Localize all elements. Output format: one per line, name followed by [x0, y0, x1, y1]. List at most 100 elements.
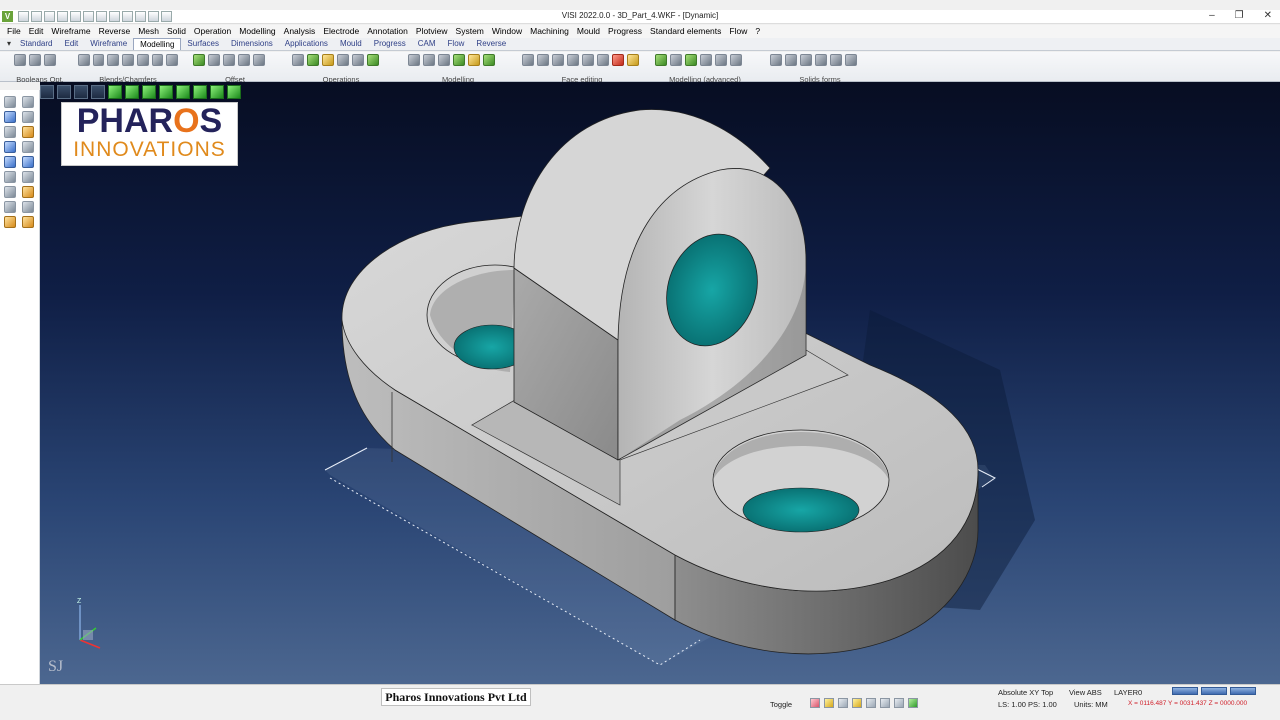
menu-annotation[interactable]: Annotation — [363, 25, 412, 38]
menu-standard-elements[interactable]: Standard elements — [646, 25, 725, 38]
blend-icon[interactable] — [122, 54, 134, 66]
shaded-view-icon[interactable] — [227, 85, 241, 99]
draft-icon[interactable] — [352, 54, 364, 66]
split-icon[interactable] — [483, 54, 495, 66]
view-abs[interactable]: View ABS — [1069, 688, 1102, 697]
polyline-icon[interactable] — [22, 111, 34, 123]
layer-icon[interactable] — [4, 201, 16, 213]
snap-icon[interactable] — [810, 698, 820, 708]
3d-viewport[interactable]: Z PHAROS INNOVATIONS SJ — [40, 82, 1280, 684]
select-line-icon[interactable] — [22, 96, 34, 108]
grid-icon[interactable] — [824, 698, 834, 708]
tab-flow[interactable]: Flow — [442, 38, 471, 50]
menu-plotview[interactable]: Plotview — [412, 25, 452, 38]
measure-icon[interactable] — [4, 186, 16, 198]
menu-machining[interactable]: Machining — [526, 25, 573, 38]
menu-electrode[interactable]: Electrode — [319, 25, 363, 38]
box-icon[interactable] — [785, 54, 797, 66]
cylinder-icon[interactable] — [800, 54, 812, 66]
color-icon[interactable] — [866, 698, 876, 708]
menu-analysis[interactable]: Analysis — [280, 25, 320, 38]
menu-solid[interactable]: Solid — [163, 25, 190, 38]
select-point-icon[interactable] — [4, 96, 16, 108]
tab-applications[interactable]: Applications — [279, 38, 334, 50]
menu-progress[interactable]: Progress — [604, 25, 646, 38]
zoom-window-icon[interactable] — [74, 85, 88, 99]
tab-surfaces[interactable]: Surfaces — [181, 38, 225, 50]
sphere-icon[interactable] — [830, 54, 842, 66]
extend-face-icon[interactable] — [582, 54, 594, 66]
refresh-icon[interactable] — [908, 698, 918, 708]
menu-help[interactable]: ? — [751, 25, 764, 38]
rotate-face-icon[interactable] — [537, 54, 549, 66]
minimize-button[interactable]: – — [1209, 10, 1215, 21]
menu-flow[interactable]: Flow — [725, 25, 751, 38]
extrude-icon[interactable] — [292, 54, 304, 66]
cube-icon[interactable] — [770, 54, 782, 66]
revolve-icon[interactable] — [307, 54, 319, 66]
arc-icon[interactable] — [4, 126, 16, 138]
thicken-icon[interactable] — [223, 54, 235, 66]
tab-progress[interactable]: Progress — [368, 38, 412, 50]
bottom-view-icon[interactable] — [210, 85, 224, 99]
restore-button[interactable]: ❐ — [1235, 10, 1244, 21]
tab-reverse[interactable]: Reverse — [470, 38, 512, 50]
attributes-icon[interactable] — [22, 201, 34, 213]
chamfer-icon[interactable] — [92, 54, 105, 66]
offset-faces-icon[interactable] — [193, 54, 205, 66]
menu-reverse[interactable]: Reverse — [95, 25, 135, 38]
pan-view-icon[interactable] — [22, 171, 34, 183]
spline-icon[interactable] — [4, 141, 16, 153]
hollow-icon[interactable] — [253, 54, 265, 66]
zoom-fit-icon[interactable] — [91, 85, 105, 99]
status-bar-1[interactable] — [1172, 687, 1198, 695]
hole-icon[interactable] — [438, 54, 450, 66]
help-icon[interactable] — [852, 698, 862, 708]
replace-face-icon[interactable] — [567, 54, 579, 66]
shell-icon[interactable] — [208, 54, 220, 66]
menu-file[interactable]: File — [3, 25, 25, 38]
subtract-icon[interactable] — [29, 54, 41, 66]
pattern-icon[interactable] — [453, 54, 465, 66]
morph-icon[interactable] — [715, 54, 727, 66]
menu-edit[interactable]: Edit — [25, 25, 48, 38]
circle-icon[interactable] — [22, 126, 34, 138]
advanced-shell-icon[interactable] — [670, 54, 682, 66]
close-button[interactable]: ✕ — [1264, 10, 1272, 21]
tab-mould[interactable]: Mould — [334, 38, 368, 50]
boss-icon[interactable] — [423, 54, 435, 66]
loft-icon[interactable] — [337, 54, 349, 66]
back-view-icon[interactable] — [176, 85, 190, 99]
menu-window[interactable]: Window — [488, 25, 526, 38]
corner-icon[interactable] — [151, 54, 164, 66]
trim-icon[interactable] — [22, 141, 34, 153]
ribbon-dropdown-icon[interactable]: ▾ — [4, 38, 14, 50]
tab-standard[interactable]: Standard — [14, 38, 58, 50]
tab-modelling[interactable]: Modelling — [133, 38, 182, 50]
offset-curve-icon[interactable] — [4, 156, 16, 168]
variable-fillet-icon[interactable] — [107, 54, 120, 66]
heal-face-icon[interactable] — [597, 54, 609, 66]
advanced-loft-icon[interactable] — [700, 54, 712, 66]
right-view-icon[interactable] — [159, 85, 173, 99]
offset-body-icon[interactable] — [238, 54, 250, 66]
list-icon[interactable] — [894, 698, 904, 708]
render-icon[interactable] — [4, 216, 16, 228]
menu-system[interactable]: System — [452, 25, 488, 38]
remove-face-icon[interactable] — [612, 54, 624, 66]
rib-icon[interactable] — [367, 54, 379, 66]
intersect-icon[interactable] — [44, 54, 56, 66]
light-icon[interactable] — [22, 216, 34, 228]
advanced-sweep-icon[interactable] — [685, 54, 697, 66]
torus-icon[interactable] — [845, 54, 857, 66]
fillet-icon[interactable] — [78, 54, 90, 66]
menu-mesh[interactable]: Mesh — [134, 25, 163, 38]
screen-icon[interactable] — [880, 698, 890, 708]
advanced-blend-icon[interactable] — [655, 54, 667, 66]
menu-modelling[interactable]: Modelling — [235, 25, 279, 38]
front-view-icon[interactable] — [125, 85, 139, 99]
status-bar-3[interactable] — [1230, 687, 1256, 695]
pocket-icon[interactable] — [408, 54, 420, 66]
window-icon[interactable] — [57, 85, 71, 99]
mirror-icon[interactable] — [468, 54, 480, 66]
